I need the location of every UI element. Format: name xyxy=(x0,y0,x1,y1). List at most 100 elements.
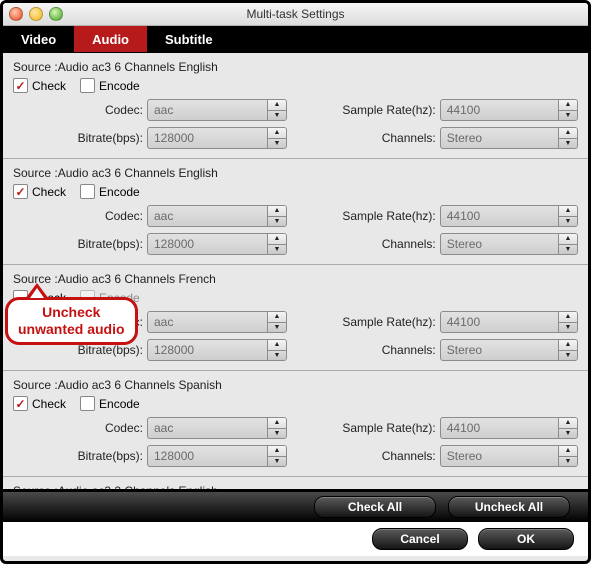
title-bar: Multi-task Settings xyxy=(3,3,588,26)
select-value: 128000 xyxy=(154,237,194,251)
checkbox-icon[interactable] xyxy=(13,78,28,93)
stepper-icon[interactable]: ▲▼ xyxy=(267,234,286,254)
encode-option[interactable]: Encode xyxy=(80,184,140,199)
sample-rate-label: Sample Rate(hz): xyxy=(324,315,440,329)
audio-track: Source :Audio ac3 6 Channels English Chec… xyxy=(3,159,588,265)
sample-rate-select[interactable]: 44100▲▼ xyxy=(440,417,578,439)
close-icon[interactable] xyxy=(9,7,23,21)
stepper-icon[interactable]: ▲▼ xyxy=(267,100,286,120)
check-option[interactable]: Check xyxy=(13,396,66,411)
source-label: Source :Audio ac3 6 Channels English xyxy=(13,163,578,183)
encode-label: Encode xyxy=(99,185,140,199)
select-value: aac xyxy=(154,421,173,435)
encode-option[interactable]: Encode xyxy=(80,396,140,411)
check-label: Check xyxy=(32,185,66,199)
channels-select[interactable]: Stereo ▲▼ xyxy=(440,445,578,467)
channels-label: Channels: xyxy=(324,449,440,463)
stepper-icon[interactable]: ▲▼ xyxy=(558,446,577,466)
stepper-icon[interactable]: ▲▼ xyxy=(267,418,286,438)
check-option[interactable]: Check xyxy=(13,290,66,305)
bitrate-select[interactable]: 128000 ▲▼ xyxy=(147,445,287,467)
select-value: aac xyxy=(154,103,173,117)
source-label: Source :Audio ac3 6 Channels English xyxy=(13,57,578,77)
ok-button[interactable]: OK xyxy=(478,528,574,550)
audio-track-list[interactable]: Source :Audio ac3 6 Channels English Chec… xyxy=(3,53,588,489)
zoom-icon[interactable] xyxy=(49,7,63,21)
encode-option[interactable]: Encode xyxy=(80,78,140,93)
window-controls xyxy=(9,7,63,21)
bulk-action-bar: Check All Uncheck All xyxy=(3,489,588,522)
select-value: 44100 xyxy=(447,209,480,223)
channels-select[interactable]: Stereo▲▼ xyxy=(440,127,578,149)
select-value: 128000 xyxy=(154,449,194,463)
sample-rate-label: Sample Rate(hz): xyxy=(324,103,440,117)
source-label: Source :Audio ac3 6 Channels Spanish xyxy=(13,375,578,395)
check-all-button[interactable]: Check All xyxy=(314,496,436,518)
check-option[interactable]: Check xyxy=(13,78,66,93)
channels-label: Channels: xyxy=(324,131,440,145)
settings-window: Multi-task Settings VideoAudioSubtitle S… xyxy=(0,0,591,564)
channels-select[interactable]: Stereo ▲▼ xyxy=(440,339,578,361)
bitrate-label: Bitrate(bps): xyxy=(13,131,147,145)
stepper-icon[interactable]: ▲▼ xyxy=(267,446,286,466)
select-value: aac xyxy=(154,315,173,329)
bitrate-label: Bitrate(bps): xyxy=(13,237,147,251)
channels-select[interactable]: Stereo▲▼ xyxy=(440,233,578,255)
codec-label: Codec: xyxy=(13,209,147,223)
select-value: Stereo xyxy=(447,449,482,463)
check-option[interactable]: Check xyxy=(13,184,66,199)
sample-rate-select[interactable]: 44100 ▲▼ xyxy=(440,205,578,227)
sample-rate-select[interactable]: 44100 ▲▼ xyxy=(440,311,578,333)
cancel-button[interactable]: Cancel xyxy=(372,528,468,550)
stepper-icon[interactable]: ▲▼ xyxy=(558,340,577,360)
tab-subtitle[interactable]: Subtitle xyxy=(147,26,231,52)
audio-track: Source :Audio ac3 6 Channels Spanish Chec… xyxy=(3,371,588,477)
check-label: Check xyxy=(32,291,66,305)
select-value: 128000 xyxy=(154,131,194,145)
checkbox-icon[interactable] xyxy=(80,290,95,305)
checkbox-icon[interactable] xyxy=(13,290,28,305)
stepper-icon[interactable]: ▲▼ xyxy=(558,100,577,120)
check-label: Check xyxy=(32,79,66,93)
stepper-icon[interactable]: ▲▼ xyxy=(558,206,577,226)
checkbox-icon[interactable] xyxy=(80,396,95,411)
checkbox-icon[interactable] xyxy=(13,396,28,411)
select-value: 44100 xyxy=(447,315,480,329)
stepper-icon[interactable]: ▲▼ xyxy=(267,312,286,332)
stepper-icon[interactable]: ▲▼ xyxy=(558,234,577,254)
codec-select[interactable]: aac ▲▼ xyxy=(147,99,287,121)
tab-video[interactable]: Video xyxy=(3,26,74,52)
tab-audio[interactable]: Audio xyxy=(74,26,147,52)
dialog-action-bar: Cancel OK xyxy=(3,522,588,556)
sample-rate-label: Sample Rate(hz): xyxy=(324,421,440,435)
stepper-icon[interactable]: ▲▼ xyxy=(267,340,286,360)
checkbox-icon[interactable] xyxy=(13,184,28,199)
encode-option[interactable]: Encode xyxy=(80,290,140,305)
bitrate-select[interactable]: 128000 ▲▼ xyxy=(147,127,287,149)
uncheck-all-button[interactable]: Uncheck All xyxy=(448,496,570,518)
codec-select[interactable]: aac ▲▼ xyxy=(147,417,287,439)
channels-label: Channels: xyxy=(324,237,440,251)
select-value: Stereo xyxy=(447,343,482,357)
select-value: 44100 xyxy=(447,103,480,117)
encode-label: Encode xyxy=(99,291,140,305)
codec-select[interactable]: aac ▲▼ xyxy=(147,311,287,333)
channels-label: Channels: xyxy=(324,343,440,357)
bitrate-select[interactable]: 128000 ▲▼ xyxy=(147,233,287,255)
stepper-icon[interactable]: ▲▼ xyxy=(558,312,577,332)
sample-rate-select[interactable]: 44100 ▲▼ xyxy=(440,99,578,121)
checkbox-icon[interactable] xyxy=(80,184,95,199)
audio-track: Source :Audio ac3 6 Channels English Chec… xyxy=(3,53,588,159)
stepper-icon[interactable]: ▲▼ xyxy=(558,418,577,438)
minimize-icon[interactable] xyxy=(29,7,43,21)
check-label: Check xyxy=(32,397,66,411)
encode-label: Encode xyxy=(99,79,140,93)
checkbox-icon[interactable] xyxy=(80,78,95,93)
stepper-icon[interactable]: ▲▼ xyxy=(267,128,286,148)
bitrate-select[interactable]: 128000▲▼ xyxy=(147,339,287,361)
stepper-icon[interactable]: ▲▼ xyxy=(267,206,286,226)
tab-bar: VideoAudioSubtitle xyxy=(3,26,588,53)
stepper-icon[interactable]: ▲▼ xyxy=(558,128,577,148)
codec-label: Codec: xyxy=(13,421,147,435)
codec-select[interactable]: aac▲▼ xyxy=(147,205,287,227)
